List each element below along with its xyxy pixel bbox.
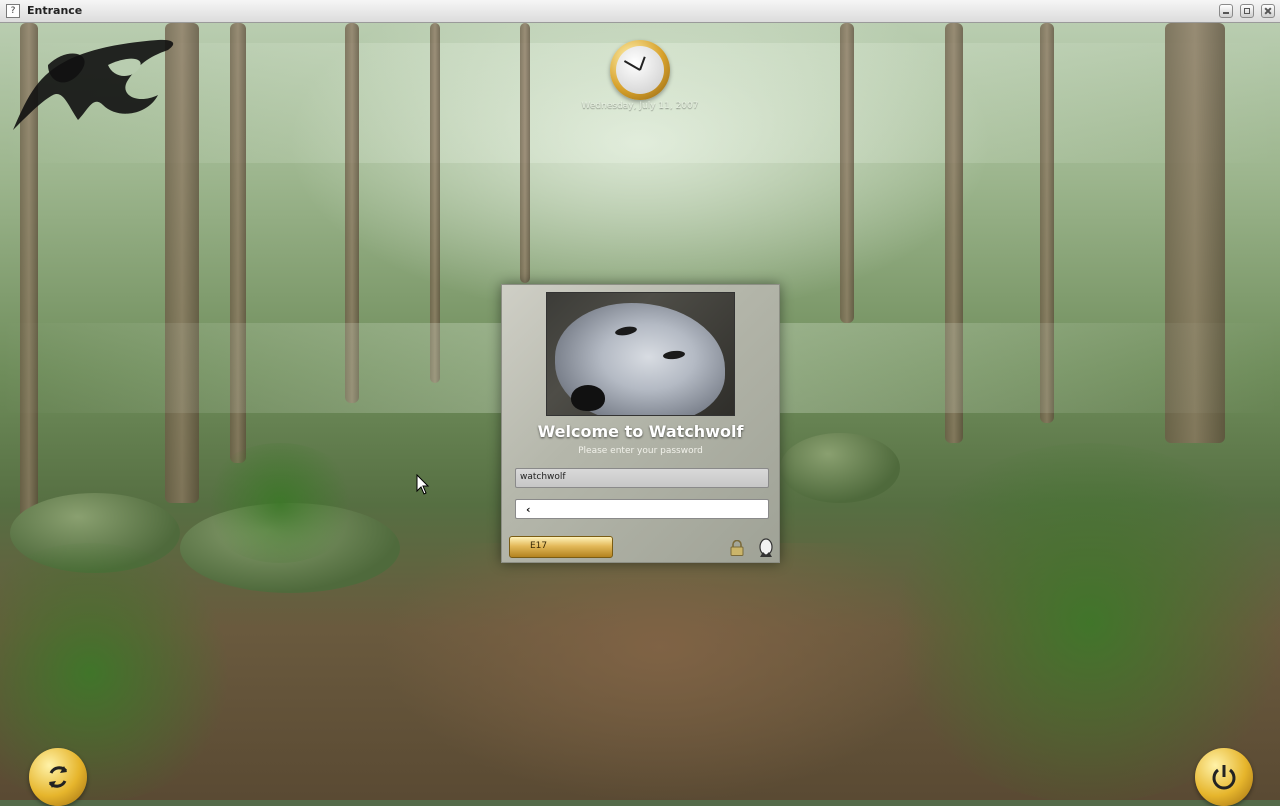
reload-icon: [48, 766, 68, 788]
clock-date: Wednesday, July 11, 2007: [581, 101, 699, 111]
maximize-button[interactable]: [1240, 4, 1254, 18]
tree-trunk: [840, 23, 854, 323]
wolf-logo: [13, 39, 174, 130]
close-button[interactable]: [1261, 4, 1275, 18]
lock-icon[interactable]: [730, 540, 744, 556]
session-label: E17: [530, 541, 548, 551]
minimize-button[interactable]: [1219, 4, 1233, 18]
username-value: watchwolf: [520, 472, 566, 482]
window-title: Entrance: [27, 4, 83, 17]
wolf-face: [555, 303, 725, 415]
tree-trunk: [520, 23, 530, 283]
power-button[interactable]: [1195, 748, 1253, 806]
power-icon: [1212, 765, 1236, 790]
welcome-heading: Welcome to Watchwolf: [537, 422, 744, 441]
mouse-cursor-icon: [416, 474, 430, 495]
session-select-button[interactable]: E17: [509, 536, 613, 558]
password-prompt: Please enter your password: [578, 446, 703, 456]
clock-face: [616, 46, 664, 94]
username-field[interactable]: watchwolf: [515, 468, 769, 488]
app-icon[interactable]: ?: [6, 4, 20, 18]
fern-cluster: [200, 443, 360, 563]
password-field[interactable]: ‹: [515, 499, 769, 519]
fern-cluster: [880, 443, 1280, 800]
wolf-eye: [662, 349, 686, 361]
forest-path: [380, 543, 940, 800]
user-icon[interactable]: [758, 538, 774, 558]
window-titlebar: ? Entrance: [0, 0, 1280, 23]
reload-button[interactable]: [29, 748, 87, 806]
clock-icon: [610, 40, 670, 100]
wolf-nose: [571, 385, 605, 411]
wolf-eye: [614, 325, 638, 337]
mossy-rock: [780, 433, 900, 503]
text-caret-icon: ‹: [526, 503, 531, 516]
user-face-image: [546, 292, 735, 416]
clock-minute-hand: [623, 60, 641, 71]
login-dialog: Welcome to Watchwolf Please enter your p…: [501, 284, 780, 563]
